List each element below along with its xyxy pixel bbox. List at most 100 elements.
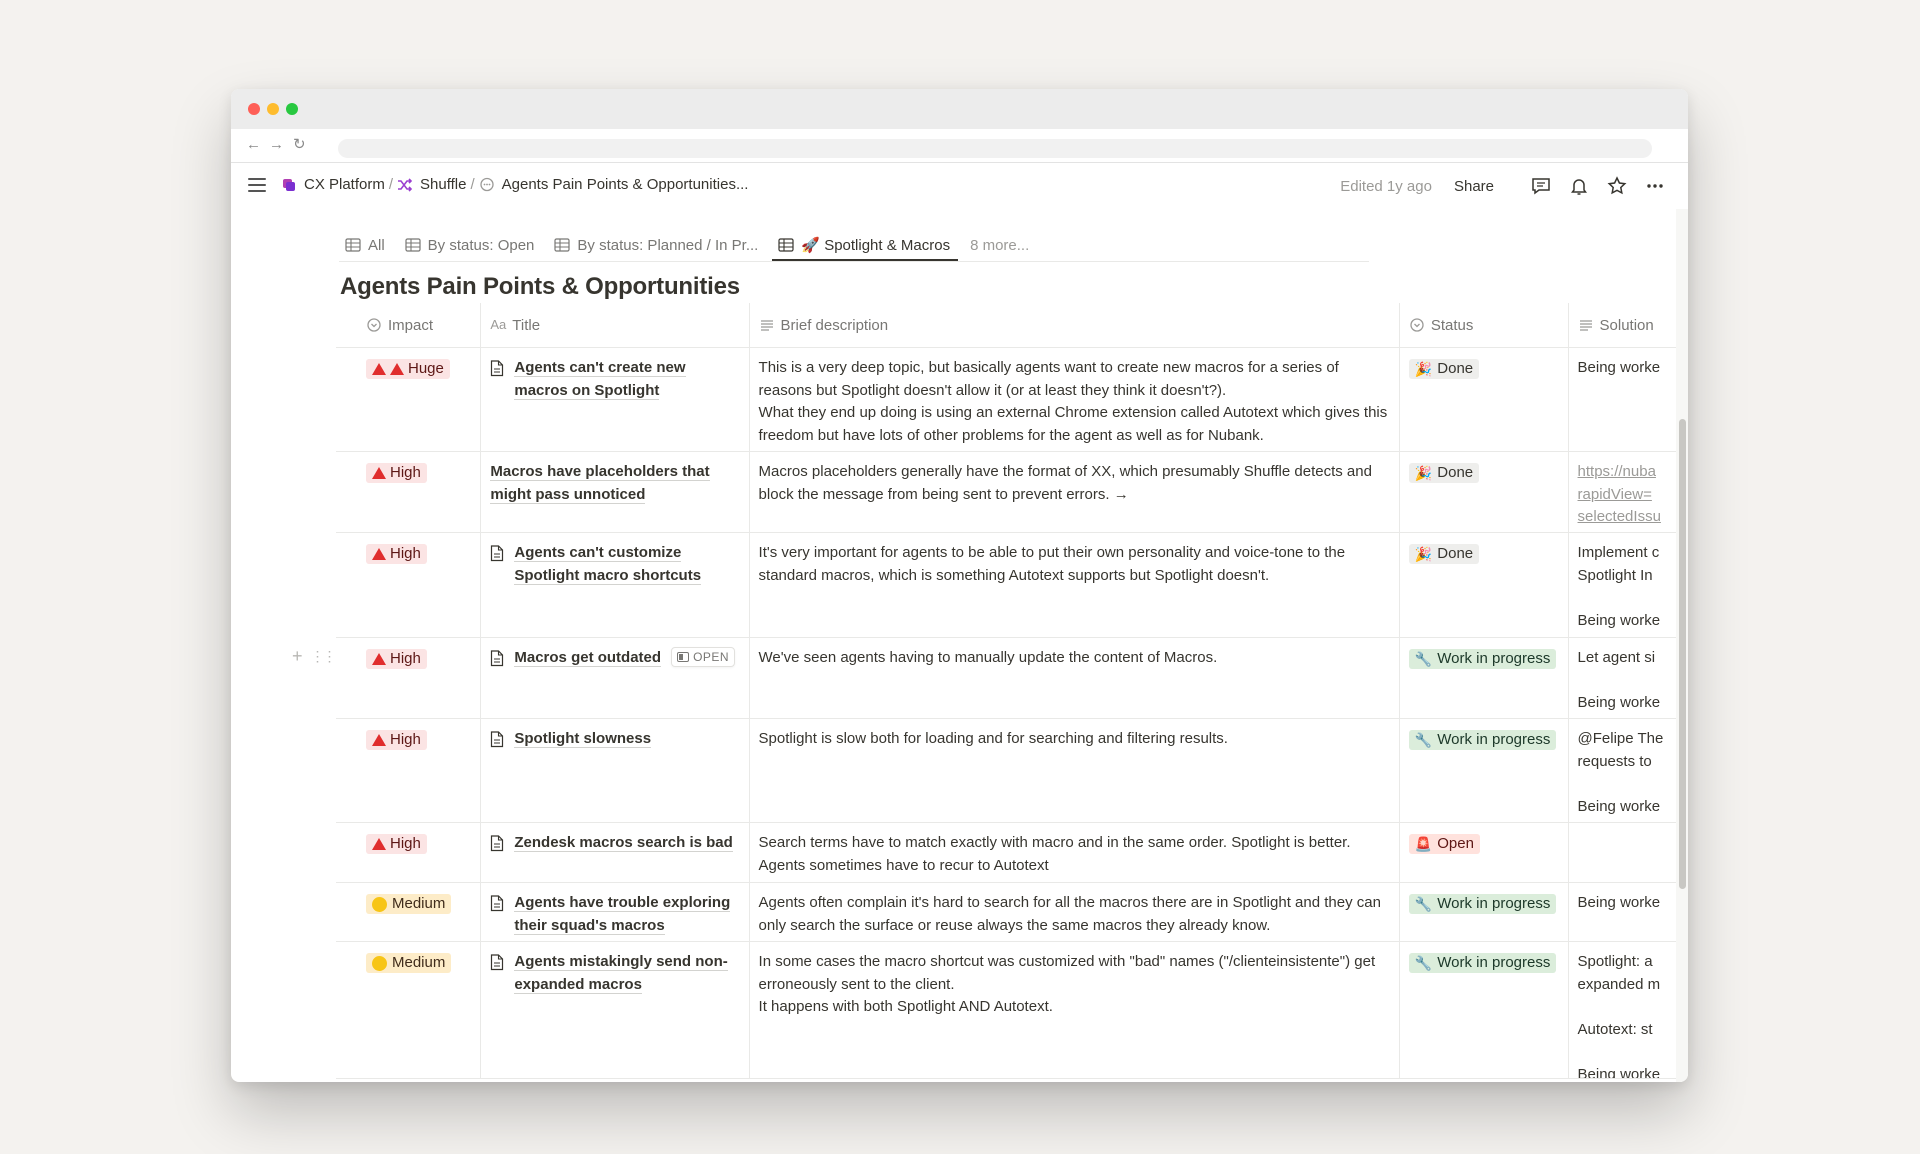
red-triangle-icon xyxy=(372,734,386,746)
description-cell[interactable]: Macros placeholders generally have the f… xyxy=(748,452,1399,532)
tab-more-views[interactable]: 8 more... xyxy=(964,225,1035,260)
title-cell[interactable]: Agents can't create new macros on Spotli… xyxy=(480,348,748,451)
minimize-window-button[interactable] xyxy=(267,103,279,115)
breadcrumb-shuffle[interactable]: Shuffle xyxy=(397,176,466,193)
row-title[interactable]: Agents have trouble exploring their squa… xyxy=(514,894,731,935)
close-window-button[interactable] xyxy=(248,103,260,115)
title-cell[interactable]: Agents mistakingly send non-expanded mac… xyxy=(480,942,748,1078)
table-row[interactable]: High Zendesk macros search is bad Search t… xyxy=(336,823,1676,883)
row-title[interactable]: Agents can't customize Spotlight macro s… xyxy=(514,544,702,585)
status-cell[interactable]: 🔧 Work in progress xyxy=(1398,719,1568,822)
tab-by-status-planned[interactable]: By status: Planned / In Pr... xyxy=(548,225,766,260)
table-row[interactable]: Huge Agents can't create new macros on Sp… xyxy=(336,348,1676,452)
impact-cell[interactable]: Medium xyxy=(336,942,480,1078)
solution-cell[interactable]: Being worke xyxy=(1567,348,1676,451)
description-cell[interactable]: We've seen agents having to manually upd… xyxy=(748,638,1399,718)
column-header-title[interactable]: Aa Title xyxy=(480,303,748,347)
breadcrumb-cx-platform[interactable]: CX Platform xyxy=(281,176,385,193)
impact-cell[interactable]: Medium xyxy=(336,883,480,941)
column-header-impact[interactable]: Impact xyxy=(336,303,480,347)
description-cell[interactable]: Search terms have to match exactly with … xyxy=(748,823,1399,882)
row-title[interactable]: Macros have placeholders that might pass… xyxy=(490,463,710,504)
tab-spotlight-macros[interactable]: 🚀 Spotlight & Macros xyxy=(772,225,958,261)
table-row[interactable]: Medium Agents mistakingly send non-expand… xyxy=(336,942,1676,1079)
zoom-window-button[interactable] xyxy=(286,103,298,115)
title-cell[interactable]: Zendesk macros search is bad xyxy=(480,823,748,882)
table-row[interactable]: Medium Agents have trouble exploring thei… xyxy=(336,883,1676,942)
description-cell[interactable]: It's very important for agents to be abl… xyxy=(748,533,1399,637)
bell-icon[interactable] xyxy=(1568,175,1590,197)
url-field[interactable] xyxy=(338,139,1652,158)
comments-icon[interactable] xyxy=(1530,175,1552,197)
status-emoji-icon: 🔧 xyxy=(1414,731,1433,748)
status-cell[interactable]: 🚨 Open xyxy=(1398,823,1568,882)
status-cell[interactable]: 🎉 Done xyxy=(1398,533,1568,637)
table-row[interactable]: + ⋮⋮ High Macros get outdated OPEN We've seen… xyxy=(292,638,1676,719)
title-cell[interactable]: Spotlight slowness xyxy=(480,719,748,822)
title-cell[interactable]: Macros get outdated OPEN xyxy=(480,638,748,718)
topbar-actions: Edited 1y ago Share xyxy=(1340,175,1666,197)
table-row[interactable]: High Spotlight slowness Spotlight is slow … xyxy=(336,719,1676,823)
title-cell[interactable]: Agents can't customize Spotlight macro s… xyxy=(480,533,748,637)
table-row[interactable]: High Macros have placeholders that might … xyxy=(336,452,1676,533)
drag-handle-icon[interactable]: ⋮⋮ xyxy=(311,648,337,665)
status-cell[interactable]: 🎉 Done xyxy=(1398,452,1568,532)
sidebar-menu-icon[interactable] xyxy=(248,178,266,192)
description-cell[interactable]: Agents often complain it's hard to searc… xyxy=(748,883,1399,941)
solution-cell[interactable]: Spotlight: a expanded m Autotext: st Bei… xyxy=(1567,942,1676,1078)
row-solution: Being worke xyxy=(1577,894,1661,911)
description-cell[interactable]: This is a very deep topic, but basically… xyxy=(748,348,1399,451)
text-lines-icon xyxy=(1579,320,1592,331)
column-header-solution[interactable]: Solution xyxy=(1567,303,1676,347)
open-page-button[interactable]: OPEN xyxy=(671,647,736,667)
row-description: Search terms have to match exactly with … xyxy=(758,834,1351,874)
solution-cell[interactable]: Let agent si Being worke xyxy=(1567,638,1676,718)
breadcrumb-current-page[interactable]: Agents Pain Points & Opportunities... xyxy=(479,176,748,193)
status-cell[interactable]: 🔧 Work in progress xyxy=(1398,942,1568,1078)
row-title[interactable]: Macros get outdated xyxy=(514,649,662,667)
title-cell[interactable]: Agents have trouble exploring their squa… xyxy=(480,883,748,941)
row-solution[interactable]: https://nuba rapidView= selectedIssu xyxy=(1578,461,1676,529)
more-options-icon[interactable] xyxy=(1644,175,1666,197)
forward-arrow-icon[interactable]: → xyxy=(269,136,284,154)
row-title[interactable]: Spotlight slowness xyxy=(514,730,652,748)
status-cell[interactable]: 🎉 Done xyxy=(1398,348,1568,451)
column-header-description[interactable]: Brief description xyxy=(748,303,1399,347)
solution-cell[interactable]: @Felipe The requests to Being worke xyxy=(1567,719,1676,822)
red-triangle-icon xyxy=(372,363,386,375)
vertical-scrollbar[interactable] xyxy=(1676,209,1688,1082)
add-row-icon[interactable]: + xyxy=(292,646,303,667)
status-cell[interactable]: 🔧 Work in progress xyxy=(1398,883,1568,941)
back-arrow-icon[interactable]: ← xyxy=(246,136,261,154)
tab-by-status-open[interactable]: By status: Open xyxy=(399,225,543,260)
impact-cell[interactable]: High xyxy=(336,452,480,532)
table-row[interactable]: High Agents can't customize Spotlight mac… xyxy=(336,533,1676,638)
share-button[interactable]: Share xyxy=(1454,178,1494,195)
status-cell[interactable]: 🔧 Work in progress xyxy=(1398,638,1568,718)
text-lines-icon xyxy=(760,320,773,331)
title-cell[interactable]: Macros have placeholders that might pass… xyxy=(480,452,748,532)
column-header-status[interactable]: Status xyxy=(1398,303,1568,347)
status-label: Done xyxy=(1437,544,1474,562)
description-cell[interactable]: In some cases the macro shortcut was cus… xyxy=(748,942,1399,1078)
impact-cell[interactable]: High xyxy=(336,823,480,882)
scrollbar-thumb[interactable] xyxy=(1679,419,1686,889)
status-tag: 🔧 Work in progress xyxy=(1408,953,1557,973)
impact-cell[interactable]: High xyxy=(336,638,480,718)
red-triangle-icon xyxy=(372,467,386,479)
solution-cell[interactable] xyxy=(1567,823,1676,882)
solution-cell[interactable]: https://nuba rapidView= selectedIssu xyxy=(1567,452,1676,532)
reload-icon[interactable]: ↻ xyxy=(293,136,306,154)
row-title[interactable]: Zendesk macros search is bad xyxy=(514,834,733,852)
star-icon[interactable] xyxy=(1606,175,1628,197)
shuffle-icon xyxy=(398,177,413,192)
row-title[interactable]: Agents mistakingly send non-expanded mac… xyxy=(514,953,728,994)
impact-cell[interactable]: High xyxy=(336,719,480,822)
solution-cell[interactable]: Implement c Spotlight In Being worke xyxy=(1567,533,1676,637)
row-title[interactable]: Agents can't create new macros on Spotli… xyxy=(514,359,686,400)
solution-cell[interactable]: Being worke xyxy=(1567,883,1676,941)
description-cell[interactable]: Spotlight is slow both for loading and f… xyxy=(748,719,1399,822)
impact-cell[interactable]: Huge xyxy=(336,348,480,451)
tab-all[interactable]: All xyxy=(339,225,393,260)
impact-cell[interactable]: High xyxy=(336,533,480,637)
